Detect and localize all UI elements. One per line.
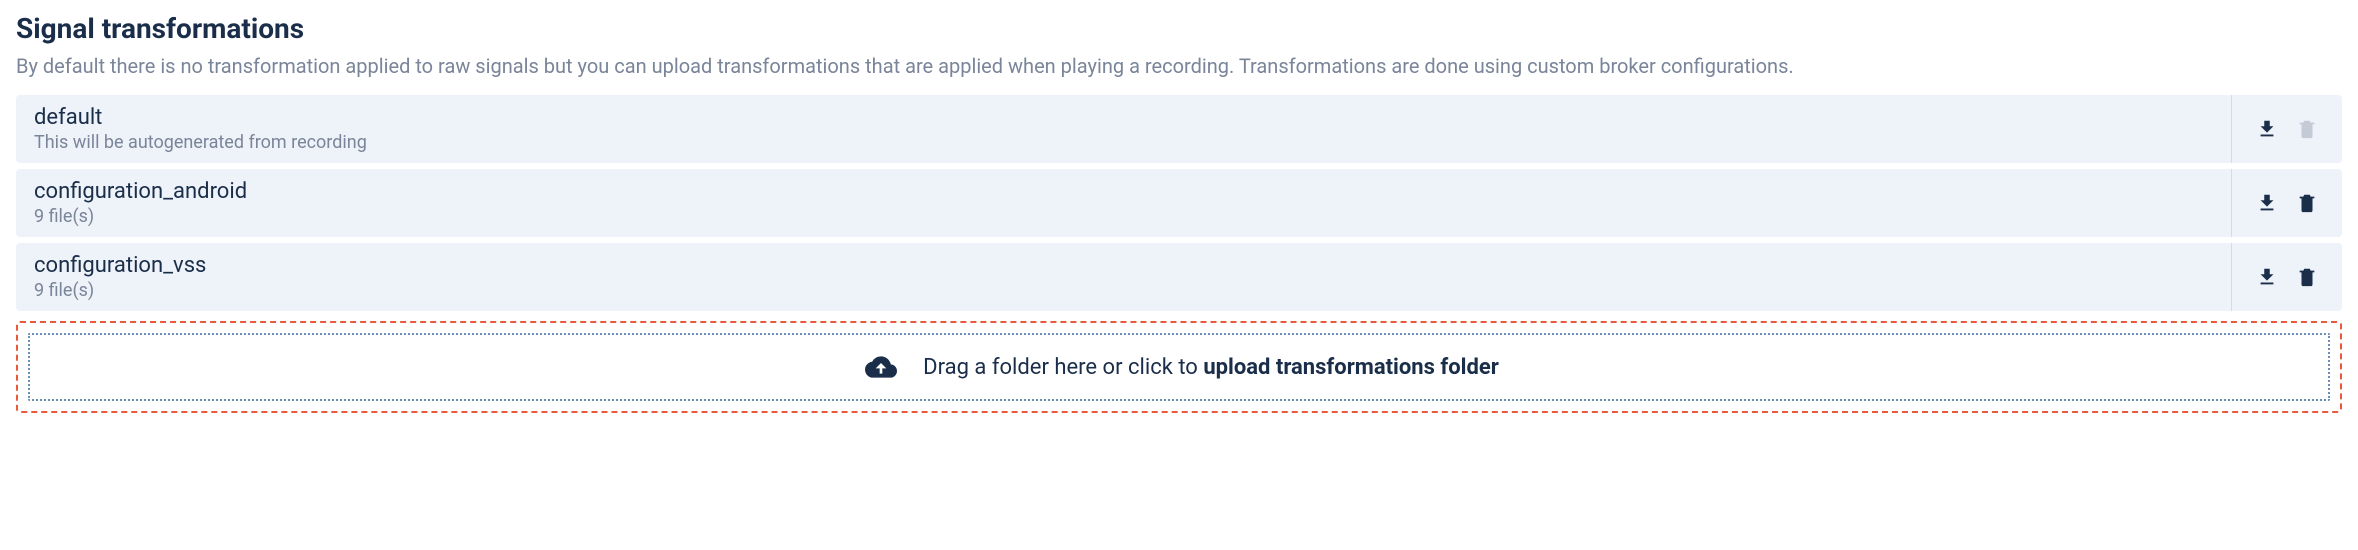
config-sub: 9 file(s) — [34, 206, 2213, 227]
delete-button[interactable] — [2294, 190, 2320, 216]
config-list: default This will be autogenerated from … — [16, 95, 2342, 311]
section-title: Signal transformations — [16, 12, 2342, 45]
delete-button — [2294, 116, 2320, 142]
config-row: default This will be autogenerated from … — [16, 95, 2342, 163]
download-icon — [2256, 266, 2278, 288]
config-actions — [2231, 243, 2342, 311]
config-row: configuration_vss 9 file(s) — [16, 243, 2342, 311]
config-main[interactable]: default This will be autogenerated from … — [16, 95, 2231, 163]
dropzone-text: Drag a folder here or click to upload tr… — [923, 355, 1499, 380]
download-button[interactable] — [2254, 264, 2280, 290]
config-actions — [2231, 95, 2342, 163]
config-sub: This will be autogenerated from recordin… — [34, 132, 2213, 153]
config-main[interactable]: configuration_vss 9 file(s) — [16, 243, 2231, 311]
config-name: default — [34, 105, 2213, 130]
trash-icon — [2296, 192, 2318, 214]
delete-button[interactable] — [2294, 264, 2320, 290]
config-row: configuration_android 9 file(s) — [16, 169, 2342, 237]
download-button[interactable] — [2254, 116, 2280, 142]
download-icon — [2256, 118, 2278, 140]
dropzone-bold: upload transformations folder — [1203, 355, 1499, 380]
config-main[interactable]: configuration_android 9 file(s) — [16, 169, 2231, 237]
config-sub: 9 file(s) — [34, 280, 2213, 301]
download-button[interactable] — [2254, 190, 2280, 216]
config-name: configuration_android — [34, 179, 2213, 204]
trash-icon — [2296, 118, 2318, 140]
trash-icon — [2296, 266, 2318, 288]
dropzone-highlight: Drag a folder here or click to upload tr… — [16, 321, 2342, 413]
config-actions — [2231, 169, 2342, 237]
download-icon — [2256, 192, 2278, 214]
upload-dropzone[interactable]: Drag a folder here or click to upload tr… — [28, 333, 2330, 401]
cloud-upload-icon — [859, 351, 903, 383]
dropzone-prefix: Drag a folder here or click to — [923, 355, 1203, 380]
config-name: configuration_vss — [34, 253, 2213, 278]
section-description: By default there is no transformation ap… — [16, 51, 2342, 81]
